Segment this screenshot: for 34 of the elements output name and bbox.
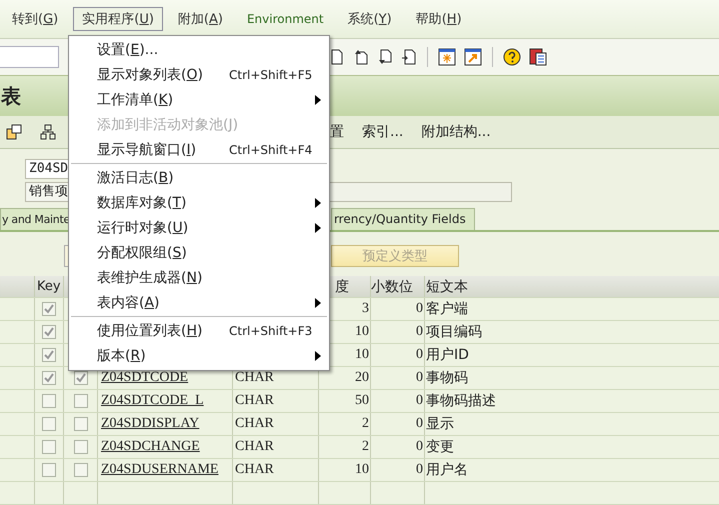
data-type-cell: CHAR xyxy=(235,416,274,432)
length-cell: 20 xyxy=(355,370,369,386)
decimals-cell: 0 xyxy=(416,439,423,455)
decimals-cell: 0 xyxy=(416,370,423,386)
decimals-cell: 0 xyxy=(416,416,423,432)
column-header: 短文本 xyxy=(426,278,468,296)
column-header: Key xyxy=(37,279,61,294)
short-text-cell: 项目编码 xyxy=(426,323,482,341)
short-text-cell: 事物码描述 xyxy=(426,392,496,410)
length-cell: 2 xyxy=(362,416,369,432)
short-text-cell: 显示 xyxy=(426,415,454,433)
short-text-cell: 客户端 xyxy=(426,300,468,318)
decimals-cell: 0 xyxy=(416,301,423,317)
screen-title: 表 xyxy=(1,82,21,110)
data-type-cell: CHAR xyxy=(235,370,274,386)
decimals-cell: 0 xyxy=(416,462,423,478)
data-type-cell: CHAR xyxy=(235,439,274,455)
decimals-cell: 0 xyxy=(416,393,423,409)
decimals-cell: 0 xyxy=(416,347,423,363)
length-cell: 3 xyxy=(362,301,369,317)
length-cell: 10 xyxy=(355,324,369,340)
length-cell: 10 xyxy=(355,347,369,363)
short-text-cell: 用户ID xyxy=(426,346,469,364)
column-header: 小数位 xyxy=(371,278,413,296)
data-type-cell: CHAR xyxy=(235,462,274,478)
short-text-cell: 变更 xyxy=(426,438,454,456)
column-header: 度 xyxy=(335,278,349,296)
short-text-cell: 用户名 xyxy=(426,461,468,479)
short-text-cell: 事物码 xyxy=(426,369,468,387)
length-cell: 2 xyxy=(362,439,369,455)
length-cell: 50 xyxy=(355,393,369,409)
data-type-cell: CHAR xyxy=(235,393,274,409)
length-cell: 10 xyxy=(355,462,369,478)
decimals-cell: 0 xyxy=(416,324,423,340)
